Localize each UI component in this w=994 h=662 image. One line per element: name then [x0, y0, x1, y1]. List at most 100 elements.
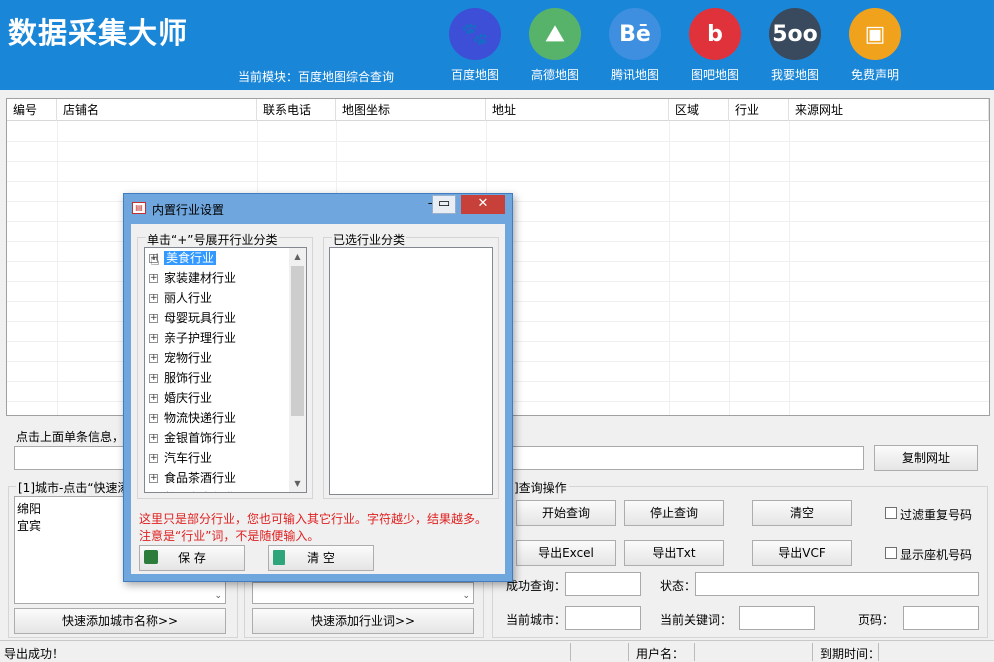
- expand-plus-icon[interactable]: +: [149, 414, 158, 423]
- current-keyword-field[interactable]: [739, 606, 815, 630]
- b-letter-icon: b: [689, 8, 741, 60]
- header-icon-button[interactable]: 🐾 百度地图: [443, 8, 507, 83]
- export-vcf-button[interactable]: 导出VCF: [752, 540, 852, 566]
- chevron-down-icon[interactable]: ⌄: [214, 591, 222, 601]
- show-landline-checkbox[interactable]: [885, 547, 897, 559]
- trash-icon: [273, 550, 285, 565]
- tree-node[interactable]: + 亲子护理行业: [149, 328, 236, 348]
- grid-column-header[interactable]: 行业: [729, 99, 789, 121]
- city-item[interactable]: 宜宾: [17, 517, 41, 534]
- expand-plus-icon[interactable]: +: [149, 354, 158, 363]
- tree-node[interactable]: + 家装建材行业: [149, 268, 236, 288]
- tree-node[interactable]: + 母婴玩具行业: [149, 308, 236, 328]
- grid-header: 编号 店铺名 联系电话 地图坐标 地址 区域 行业 来源网址: [7, 99, 989, 121]
- dialog-body: 单击“+”号展开行业分类 + 美食行业 + 家装建材行业 + 丽人行业 + 母婴玩具行业 + 亲子…: [131, 224, 505, 574]
- grid-column-line: [789, 121, 790, 415]
- scroll-up-icon[interactable]: ▲: [289, 248, 306, 265]
- export-txt-button[interactable]: 导出Txt: [624, 540, 724, 566]
- query-group-label: ]查询操作: [512, 479, 569, 496]
- expand-plus-icon[interactable]: +: [149, 374, 158, 383]
- start-query-button[interactable]: 开始查询: [516, 500, 616, 526]
- tree-node[interactable]: + 服饰行业: [149, 368, 212, 388]
- scroll-down-icon[interactable]: ▼: [289, 475, 306, 492]
- copy-url-button[interactable]: 复制网址: [874, 445, 978, 471]
- export-excel-button[interactable]: 导出Excel: [516, 540, 616, 566]
- tree-node-label: 家装建材行业: [164, 271, 237, 285]
- selected-industry-list[interactable]: [329, 247, 493, 495]
- success-count-field[interactable]: [565, 572, 641, 596]
- tree-node[interactable]: + 金银首饰行业: [149, 428, 236, 448]
- industry-list[interactable]: ⌄: [252, 582, 474, 604]
- tree-node[interactable]: + 宠物行业: [149, 348, 212, 368]
- grid-row-line: [7, 161, 989, 162]
- status-divider: [878, 643, 879, 661]
- expand-plus-icon[interactable]: +: [149, 314, 158, 323]
- expand-plus-icon[interactable]: +: [149, 454, 158, 463]
- header-icon-label: 图吧地图: [690, 68, 739, 82]
- mouse-cursor-icon: ☝: [150, 250, 160, 269]
- expand-plus-icon[interactable]: +: [149, 334, 158, 343]
- tree-node-label: 服饰行业: [164, 371, 213, 385]
- grid-column-header[interactable]: 编号: [7, 99, 57, 121]
- status-divider: [570, 643, 571, 661]
- app-icon: ▤: [132, 202, 146, 214]
- add-city-button[interactable]: 快速添加城市名称>>: [14, 608, 226, 634]
- filter-duplicate-checkbox[interactable]: [885, 507, 897, 519]
- success-count-label: 成功查询：: [506, 579, 567, 593]
- expand-plus-icon[interactable]: +: [149, 434, 158, 443]
- tree-scrollbar[interactable]: ▲ ▼: [289, 248, 306, 492]
- tree-node[interactable]: + 汽车行业: [149, 448, 212, 468]
- 500-icon: 5oo: [769, 8, 821, 60]
- tree-node[interactable]: + 物流快递行业: [149, 408, 236, 428]
- grid-column-header[interactable]: 店铺名: [57, 99, 257, 121]
- box-icon: ▣: [849, 8, 901, 60]
- save-button[interactable]: 保 存: [139, 545, 245, 571]
- header-icon-button[interactable]: ⛰ 高德地图: [523, 8, 587, 83]
- page-number-label: 页码：: [858, 613, 895, 627]
- filter-duplicate-label: 过滤重复号码: [900, 508, 973, 522]
- close-icon[interactable]: ✕: [461, 195, 505, 214]
- header-icon-button[interactable]: Bē 腾讯地图: [603, 8, 667, 83]
- header-icon-label: 百度地图: [450, 68, 499, 82]
- status-divider: [694, 643, 695, 661]
- grid-column-header[interactable]: 地址: [486, 99, 669, 121]
- grid-column-line: [729, 121, 730, 415]
- grid-column-header[interactable]: 区域: [669, 99, 729, 121]
- username-label: 用户名：: [636, 647, 685, 661]
- industry-note-line2: 注意是“行业”词，不是随便输入。: [139, 529, 320, 543]
- city-item[interactable]: 绵阳: [17, 500, 41, 517]
- stop-query-button[interactable]: 停止查询: [624, 500, 724, 526]
- tree-node[interactable]: +数码家电行业: [149, 488, 236, 492]
- header-icon-label: 腾讯地图: [610, 68, 659, 82]
- add-industry-button[interactable]: 快速添加行业词>>: [252, 608, 474, 634]
- tree-node-label: 亲子护理行业: [164, 331, 237, 345]
- current-city-field[interactable]: [565, 606, 641, 630]
- grid-column-header[interactable]: 地图坐标: [336, 99, 486, 121]
- tree-node-label: 丽人行业: [164, 291, 213, 305]
- header-icon-button[interactable]: ▣ 免费声明: [843, 8, 907, 83]
- header-icon-label: 我要地图: [770, 68, 819, 82]
- scroll-thumb[interactable]: [291, 266, 304, 416]
- tree-node-label: 宠物行业: [164, 351, 213, 365]
- header-icon-button[interactable]: b 图吧地图: [683, 8, 747, 83]
- status-field[interactable]: [695, 572, 979, 596]
- maximize-icon[interactable]: ▭: [432, 195, 456, 214]
- expand-plus-icon[interactable]: +: [149, 294, 158, 303]
- grid-column-header[interactable]: 联系电话: [257, 99, 336, 121]
- clear-button[interactable]: 清空: [752, 500, 852, 526]
- tree-node[interactable]: + 婚庆行业: [149, 388, 212, 408]
- expand-plus-icon[interactable]: +: [149, 474, 158, 483]
- tree-node-label: 汽车行业: [164, 451, 213, 465]
- page-number-field[interactable]: [903, 606, 979, 630]
- industry-tree[interactable]: + 美食行业 + 家装建材行业 + 丽人行业 + 母婴玩具行业 + 亲子护理行业 + 宠物行业 + 服饰行…: [144, 247, 307, 493]
- header-icon-button[interactable]: 5oo 我要地图: [763, 8, 827, 83]
- grid-column-header[interactable]: 来源网址: [789, 99, 989, 121]
- chevron-down-icon[interactable]: ⌄: [462, 591, 470, 601]
- clear-dialog-button[interactable]: 清 空: [268, 545, 374, 571]
- tree-node[interactable]: + 食品茶酒行业: [149, 468, 236, 488]
- current-module-text: 当前模块：百度地图综合查询: [238, 70, 395, 84]
- tree-node-label: 食品茶酒行业: [164, 471, 237, 485]
- expand-plus-icon[interactable]: +: [149, 274, 158, 283]
- tree-node[interactable]: + 丽人行业: [149, 288, 212, 308]
- expand-plus-icon[interactable]: +: [149, 394, 158, 403]
